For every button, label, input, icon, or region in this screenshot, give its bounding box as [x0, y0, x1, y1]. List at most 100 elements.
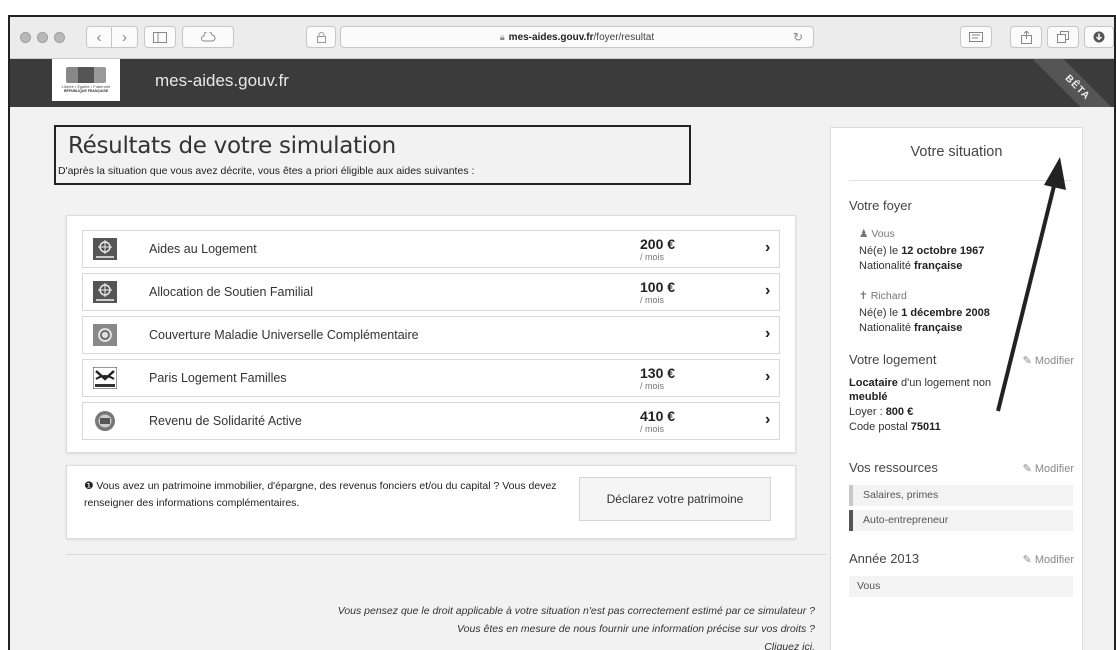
logement-modify-link[interactable]: ✎ Modifier [1023, 354, 1074, 367]
forward-icon[interactable]: › [112, 26, 138, 48]
declare-patrimoine-button[interactable]: Déclarez votre patrimoine [579, 477, 771, 521]
close-window-button[interactable] [20, 32, 31, 43]
window-controls [20, 32, 65, 43]
aids-list: Aides au Logement 200 € / mois › Allocat… [66, 215, 796, 453]
aid-period: / mois [640, 424, 665, 434]
chevron-right-icon[interactable]: › [765, 282, 770, 300]
tabs-icon[interactable] [1047, 26, 1079, 48]
url-domain: mes-aides.gouv.fr [508, 31, 594, 43]
chevron-right-icon[interactable]: › [765, 368, 770, 386]
rsa-logo-icon [95, 411, 115, 431]
results-header: Résultats de votre simulation D'après la… [54, 125, 691, 185]
caf-logo-icon [93, 238, 117, 260]
person-1-nationality: Nationalité française [859, 259, 962, 273]
person-1-birth: Né(e) le 12 octobre 1967 [859, 244, 984, 258]
site-header: Liberté • Égalité • Fraternité RÉPUBLIQU… [10, 59, 1114, 139]
aid-row-cmu-c[interactable]: Couverture Maladie Universelle Complémen… [82, 316, 780, 354]
born-prefix: Né(e) le [859, 245, 902, 257]
info-icon: ❶ [84, 480, 97, 492]
minimize-window-button[interactable] [37, 32, 48, 43]
patrimoine-message: ❶ Vous avez un patrimoine immobilier, d'… [84, 478, 564, 512]
aid-amount: 100 € [640, 279, 676, 295]
logement-type-bold: Locataire [849, 377, 898, 389]
born-date: 12 octobre 1967 [901, 245, 985, 257]
chevron-right-icon[interactable]: › [765, 325, 770, 343]
lock-icon[interactable] [306, 26, 336, 48]
zoom-window-button[interactable] [54, 32, 65, 43]
logement-heading: Votre logement [849, 352, 937, 367]
marianne-icon [66, 67, 106, 83]
reload-icon[interactable]: ↻ [793, 30, 803, 44]
feedback-line-2: Vous êtes en mesure de nous fournir une … [457, 623, 815, 635]
back-icon[interactable]: ‹ [86, 26, 112, 48]
foyer-heading: Votre foyer [849, 198, 912, 213]
browser-toolbar: ‹ › 🔒︎ mes-aides.gouv.fr/foyer/resultat … [10, 17, 1114, 59]
modify-label: Modifier [1034, 463, 1074, 475]
logement-type: Locataire d'un logement non [849, 376, 991, 390]
chevron-right-icon[interactable]: › [765, 411, 770, 429]
divider [849, 180, 1071, 181]
aid-row-rsa[interactable]: Revenu de Solidarité Active 410 € / mois… [82, 402, 780, 440]
main-content: Résultats de votre simulation D'après la… [10, 107, 1114, 650]
feedback-link[interactable]: Cliquez ici. [160, 638, 815, 650]
modify-label: Modifier [1034, 554, 1074, 566]
ressources-modify-link[interactable]: ✎ Modifier [1023, 462, 1074, 475]
nat-value: française [914, 322, 963, 334]
url-bar[interactable]: 🔒︎ mes-aides.gouv.fr/foyer/resultat ↻ [340, 26, 814, 48]
site-name[interactable]: mes-aides.gouv.fr [155, 71, 289, 91]
annee-heading: Année 2013 [849, 551, 920, 566]
page-title: Résultats de votre simulation [68, 133, 396, 159]
browser-window: ‹ › 🔒︎ mes-aides.gouv.fr/foyer/resultat … [8, 15, 1116, 650]
cloud-icon[interactable] [182, 26, 234, 48]
paris-logo-icon [93, 367, 117, 389]
aid-row-soutien-familial[interactable]: Allocation de Soutien Familial 100 € / m… [82, 273, 780, 311]
person-2[interactable]: ✝︎ Richard [859, 290, 907, 302]
logement-loyer: Loyer : 800 € [849, 405, 913, 419]
download-icon[interactable] [1084, 26, 1114, 48]
ressource-item: Salaires, primes [849, 485, 1073, 506]
nav-buttons: ‹ › [86, 26, 138, 48]
divider [66, 554, 826, 555]
aid-name: Couverture Maladie Universelle Complémen… [149, 328, 419, 342]
annee-item: Vous [849, 576, 1073, 597]
sidebar-icon[interactable] [144, 26, 176, 48]
person-2-nationality: Nationalité française [859, 321, 962, 335]
chevron-right-icon[interactable]: › [765, 239, 770, 257]
share-icon[interactable] [1010, 26, 1042, 48]
republique-francaise-logo[interactable]: Liberté • Égalité • Fraternité RÉPUBLIQU… [52, 59, 120, 101]
aid-period: / mois [640, 381, 665, 391]
user-icon: ♟︎ [859, 228, 872, 240]
born-date: 1 décembre 2008 [901, 307, 990, 319]
annee-modify-link[interactable]: ✎ Modifier [1023, 553, 1074, 566]
aid-period: / mois [640, 252, 665, 262]
logo-rf: RÉPUBLIQUE FRANÇAISE [63, 89, 109, 93]
aid-name: Paris Logement Familles [149, 371, 287, 385]
nat-prefix: Nationalité [859, 322, 915, 334]
page-subtitle: D'après la situation que vous avez décri… [58, 165, 475, 177]
reader-icon[interactable] [960, 26, 992, 48]
person-1[interactable]: ♟︎ Vous [859, 228, 895, 240]
cmu-logo-icon [93, 324, 117, 346]
cp-value: 75011 [910, 421, 941, 433]
logement-meuble: meublé [849, 390, 888, 404]
logement-cp: Code postal 75011 [849, 420, 941, 434]
person-2-birth: Né(e) le 1 décembre 2008 [859, 306, 990, 320]
aid-amount: 200 € [640, 236, 676, 252]
feedback-text: Vous pensez que le droit applicable à vo… [160, 602, 815, 650]
nat-value: française [914, 260, 963, 272]
url-path: /foyer/resultat [593, 31, 655, 43]
patrimoine-panel: ❶ Vous avez un patrimoine immobilier, d'… [66, 465, 796, 539]
caf-logo-icon [93, 281, 117, 303]
child-icon: ✝︎ [859, 290, 871, 302]
aid-name: Allocation de Soutien Familial [149, 285, 313, 299]
aid-row-aides-logement[interactable]: Aides au Logement 200 € / mois › [82, 230, 780, 268]
ressource-item: Auto-entrepreneur [849, 510, 1073, 531]
edit-icon: ✎ [1022, 554, 1035, 566]
ressources-heading: Vos ressources [849, 460, 938, 475]
person-2-name: Richard [870, 290, 907, 302]
meuble-value: meublé [849, 391, 888, 403]
situation-sidebar: Votre situation Votre foyer ♟︎ Vous Né(e… [830, 127, 1083, 650]
edit-icon: ✎ [1022, 355, 1035, 367]
aid-row-paris-logement[interactable]: Paris Logement Familles 130 € / mois › [82, 359, 780, 397]
aid-name: Revenu de Solidarité Active [149, 414, 302, 428]
